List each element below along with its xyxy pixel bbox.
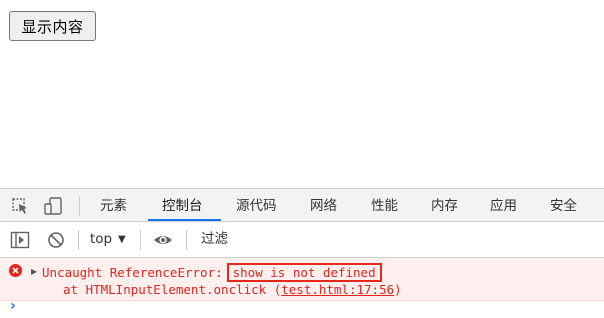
stack-frame-close: ) xyxy=(394,282,402,297)
toolbar-divider xyxy=(79,196,80,216)
toolbar-divider xyxy=(78,230,79,250)
console-error-message: ▶ Uncaught ReferenceError: show is not de… xyxy=(0,258,604,301)
clear-console-icon[interactable] xyxy=(46,231,66,249)
console-prompt[interactable]: › xyxy=(0,298,604,318)
page-viewport: 显示内容 xyxy=(0,0,604,188)
inspect-element-icon[interactable] xyxy=(11,197,31,215)
tab-sources[interactable]: 源代码 xyxy=(236,189,277,221)
tab-security[interactable]: 安全 xyxy=(550,189,577,221)
tab-application[interactable]: 应用 xyxy=(490,189,517,221)
device-toggle-icon[interactable] xyxy=(43,197,63,215)
tab-performance[interactable]: 性能 xyxy=(371,189,398,221)
console-sidebar-icon[interactable] xyxy=(10,231,30,249)
devtools-panel: 元素 控制台 源代码 网络 性能 内存 应用 安全 top ▼ 过滤 ▶ Unc… xyxy=(0,188,604,318)
context-selector[interactable]: top xyxy=(90,231,112,247)
error-type: Uncaught ReferenceError: xyxy=(42,265,223,280)
expand-triangle-icon[interactable]: ▶ xyxy=(31,267,37,276)
tab-memory[interactable]: 内存 xyxy=(431,189,458,221)
stack-frame: at HTMLInputElement.onclick ( xyxy=(63,282,282,297)
error-line: Uncaught ReferenceError: show is not defi… xyxy=(42,263,382,282)
active-tab-indicator xyxy=(148,219,221,221)
tab-console[interactable]: 控制台 xyxy=(162,189,203,221)
devtools-tabbar: 元素 控制台 源代码 网络 性能 内存 应用 安全 xyxy=(0,188,604,222)
tab-network[interactable]: 网络 xyxy=(310,189,337,221)
toolbar-divider xyxy=(186,230,187,250)
filter-input[interactable] xyxy=(195,227,600,251)
tab-elements[interactable]: 元素 xyxy=(100,189,127,221)
error-message-highlight: show is not defined xyxy=(226,263,382,282)
error-icon xyxy=(9,264,22,277)
stack-trace-line: at HTMLInputElement.onclick (test.html:1… xyxy=(63,282,402,297)
console-toolbar: top ▼ xyxy=(0,222,604,258)
live-expression-icon[interactable] xyxy=(153,231,173,249)
toolbar-divider xyxy=(140,230,141,250)
console-prompt-icon: › xyxy=(10,298,16,314)
source-link[interactable]: test.html:17:56 xyxy=(281,282,394,297)
chevron-down-icon[interactable]: ▼ xyxy=(118,234,126,245)
show-content-button[interactable]: 显示内容 xyxy=(9,11,96,41)
